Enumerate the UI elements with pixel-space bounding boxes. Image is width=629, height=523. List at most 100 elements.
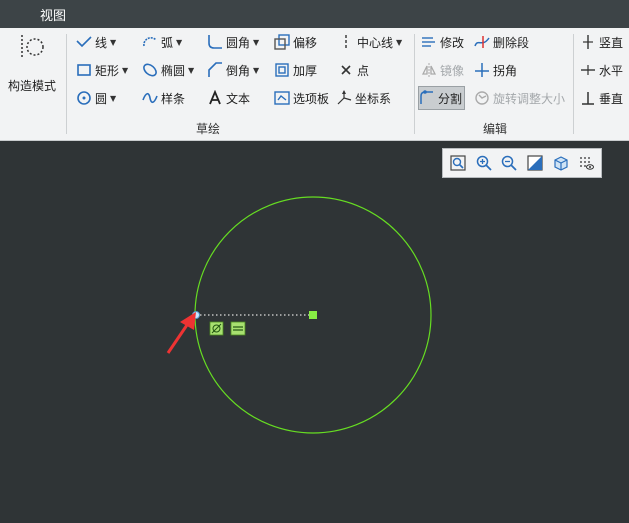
separator	[66, 34, 67, 134]
text-icon	[207, 90, 223, 106]
arc-label: 弧	[161, 35, 174, 50]
chevron-down-icon[interactable]: ▼	[253, 38, 259, 47]
delete-segment-label: 删除段	[493, 35, 530, 50]
centerline-tool[interactable]: 中心线 ▼	[338, 31, 402, 53]
rotate-resize-label: 旋转调整大小	[493, 91, 566, 106]
spline-icon	[142, 90, 158, 106]
ellipse-icon	[142, 62, 158, 78]
horizontal-constraint-icon	[580, 62, 596, 78]
chevron-down-icon[interactable]: ▼	[176, 38, 182, 47]
constraint-symbol-point-on-entity	[209, 321, 224, 336]
chevron-down-icon[interactable]: ▼	[122, 66, 128, 75]
offset-label: 偏移	[293, 35, 318, 50]
delete-segment-icon	[474, 34, 490, 50]
modify-icon	[421, 34, 437, 50]
repaint-icon[interactable]	[524, 152, 546, 174]
menu-view[interactable]: 视图	[34, 5, 72, 24]
chamfer-tool[interactable]: 倒角 ▼	[207, 59, 259, 81]
rectangle-icon	[76, 62, 92, 78]
circle-icon	[76, 90, 92, 106]
thicken-label: 加厚	[293, 63, 318, 78]
arc-icon	[142, 34, 158, 50]
modify-tool[interactable]: 修改	[421, 31, 464, 53]
rotate-resize-tool[interactable]: 旋转调整大小	[474, 87, 565, 109]
divide-tool[interactable]: 分割	[418, 86, 466, 110]
group-label-sketch: 草绘	[196, 122, 221, 136]
chevron-down-icon[interactable]: ▼	[396, 38, 402, 47]
corner-tool[interactable]: 拐角	[474, 59, 517, 81]
construct-mode-label: 构造模式	[7, 79, 56, 93]
point-tool[interactable]: 点	[338, 59, 369, 81]
construct-mode-icon	[18, 32, 46, 65]
vertical-constraint-icon	[580, 34, 596, 50]
coordinate-system-icon	[336, 90, 352, 106]
chevron-down-icon[interactable]: ▼	[110, 94, 116, 103]
rotate-resize-icon	[474, 90, 490, 106]
corner-label: 拐角	[493, 63, 518, 78]
circle-tool[interactable]: 圆 ▼	[76, 87, 116, 109]
ribbon: 构造模式 线 ▼ 弧 ▼ 圆角 ▼ 偏移 中心线 ▼ 矩形 ▼ 椭圆 ▼ 倒角	[0, 28, 629, 141]
centerline-icon	[338, 34, 354, 50]
line-icon	[76, 34, 92, 50]
zoom-in-icon[interactable]	[473, 152, 495, 174]
circle-label: 圆	[95, 91, 108, 106]
refit-icon[interactable]	[447, 152, 469, 174]
spline-label: 样条	[161, 91, 186, 106]
mirror-label: 镜像	[440, 63, 465, 78]
rectangle-tool[interactable]: 矩形 ▼	[76, 59, 128, 81]
offset-tool[interactable]: 偏移	[274, 31, 317, 53]
fillet-icon	[207, 34, 223, 50]
palette-label: 选项板	[293, 91, 330, 106]
display-style-icon[interactable]	[550, 152, 572, 174]
divide-label: 分割	[438, 91, 463, 106]
zoom-out-icon[interactable]	[498, 152, 520, 174]
delete-segment-tool[interactable]: 删除段	[474, 31, 529, 53]
arc-tool[interactable]: 弧 ▼	[142, 31, 182, 53]
line-tool[interactable]: 线 ▼	[76, 31, 116, 53]
rectangle-label: 矩形	[95, 63, 120, 78]
menu-bar: 视图	[0, 0, 629, 28]
sketch-display-filters-icon[interactable]	[575, 152, 597, 174]
vertical-constraint-label: 竖直	[599, 35, 624, 50]
vertical-constraint-tool[interactable]: 竖直	[580, 31, 623, 53]
perpendicular-constraint-tool[interactable]: 垂直	[580, 87, 623, 109]
construct-mode-button[interactable]: 构造模式	[4, 32, 60, 114]
line-label: 线	[95, 35, 108, 50]
center-point[interactable]	[309, 311, 317, 319]
coord-system-label: 坐标系	[355, 91, 392, 106]
fillet-tool[interactable]: 圆角 ▼	[207, 31, 259, 53]
spline-tool[interactable]: 样条	[142, 87, 185, 109]
chevron-down-icon[interactable]: ▼	[188, 66, 194, 75]
chevron-down-icon[interactable]: ▼	[110, 38, 116, 47]
separator	[573, 34, 574, 134]
corner-icon	[474, 62, 490, 78]
palette-tool[interactable]: 选项板	[274, 87, 329, 109]
chamfer-icon	[207, 62, 223, 78]
horizontal-constraint-label: 水平	[599, 63, 624, 78]
separator	[414, 34, 415, 134]
sketch-canvas[interactable]	[0, 141, 629, 523]
modify-label: 修改	[440, 35, 465, 50]
mirror-tool[interactable]: 镜像	[421, 59, 464, 81]
horizontal-constraint-tool[interactable]: 水平	[580, 59, 623, 81]
thicken-icon	[274, 62, 290, 78]
perpendicular-label: 垂直	[599, 91, 624, 106]
offset-icon	[274, 34, 290, 50]
chamfer-label: 倒角	[226, 63, 251, 78]
point-icon	[338, 62, 354, 78]
constraint-symbol-horizontal	[230, 321, 246, 336]
thicken-tool[interactable]: 加厚	[274, 59, 317, 81]
ellipse-tool[interactable]: 椭圆 ▼	[142, 59, 194, 81]
point-label: 点	[357, 63, 370, 78]
divide-icon	[419, 90, 435, 106]
text-label: 文本	[226, 91, 251, 106]
text-tool[interactable]: 文本	[207, 87, 250, 109]
red-arrow-annotation	[166, 312, 196, 354]
fillet-label: 圆角	[226, 35, 251, 50]
group-label-edit: 编辑	[483, 122, 508, 136]
mirror-icon	[421, 62, 437, 78]
view-toolbar	[442, 148, 602, 178]
ellipse-label: 椭圆	[161, 63, 186, 78]
chevron-down-icon[interactable]: ▼	[253, 66, 259, 75]
coord-system-tool[interactable]: 坐标系	[336, 87, 391, 109]
